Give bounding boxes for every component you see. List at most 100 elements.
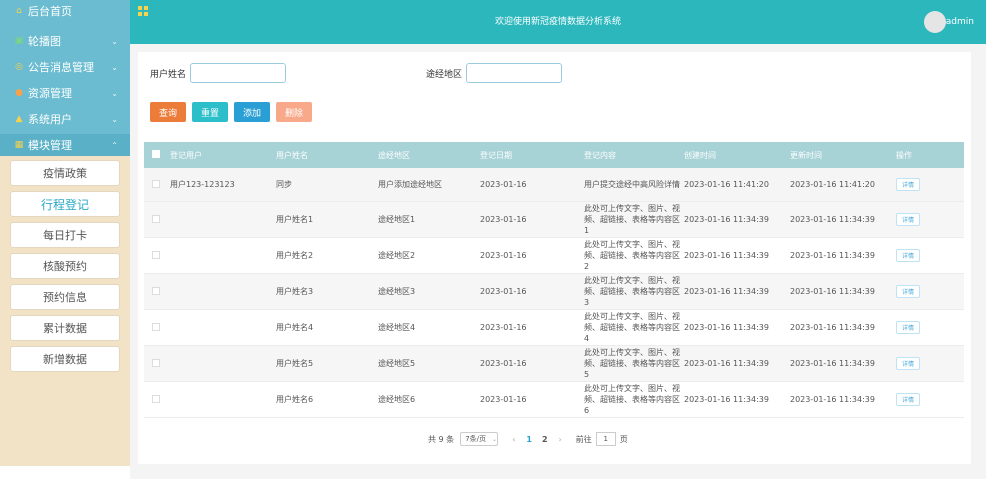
cell-date: 2023-01-16 [480, 359, 527, 368]
sidebar-item-carousel[interactable]: ▣ 轮播图 ⌄ [0, 30, 130, 52]
cell-updated: 2023-01-16 11:34:39 [790, 359, 875, 368]
sidebar-subitem-epidemic-policy[interactable]: 疫情政策 [10, 160, 120, 186]
page-number[interactable]: 2 [542, 435, 548, 444]
name-input[interactable] [190, 63, 287, 83]
goto-label: 前往 [575, 434, 592, 444]
cell-date: 2023-01-16 [480, 395, 527, 404]
select-all-checkbox[interactable] [152, 150, 160, 158]
row-checkbox[interactable] [152, 358, 160, 367]
cell-name: 用户姓名3 [276, 287, 314, 296]
row-checkbox[interactable] [152, 214, 160, 223]
main-content: 用户姓名 途经地区 查询 重置 添加 删除 登记用户 用户姓名 途经地区 登记日… [130, 44, 986, 479]
cell-date: 2023-01-16 [480, 287, 527, 296]
sidebar-item-resources[interactable]: ● 资源管理 ⌄ [0, 82, 130, 104]
sidebar-subitem-new-data[interactable]: 新增数据 [10, 346, 120, 372]
sidebar-item-label: 系统用户 [28, 113, 72, 126]
row-checkbox[interactable] [152, 250, 160, 259]
pagination: 共 9 条 7条/页 ⌄ ‹ 1 2 › 前往 1 页 [428, 432, 628, 446]
chevron-down-icon: ⌄ [111, 62, 118, 72]
sidebar-subitem-trip-registration[interactable]: 行程登记 [10, 191, 120, 217]
table-row: 用户姓名6 途经地区6 2023-01-16 此处可上传文字、图片、视频、超链接、表格… [144, 382, 964, 418]
cell-date: 2023-01-16 [480, 323, 527, 332]
sidebar-item-modules[interactable]: ▦ 模块管理 ⌃ [0, 134, 130, 156]
table-row: 用户姓名5 途经地区5 2023-01-16 此处可上传文字、图片、视频、超链接、表格… [144, 346, 964, 382]
cell-updated: 2023-01-16 11:34:39 [790, 251, 875, 260]
row-checkbox[interactable] [152, 322, 160, 331]
action-buttons: 查询 重置 添加 删除 [150, 102, 318, 122]
cell-name: 用户姓名1 [276, 215, 314, 224]
cell-created: 2023-01-16 11:34:39 [684, 251, 769, 260]
cell-content: 此处可上传文字、图片、视频、超链接、表格等内容区2 [584, 240, 680, 271]
avatar[interactable] [924, 11, 946, 33]
cell-updated: 2023-01-16 11:34:39 [790, 287, 875, 296]
sidebar-item-label: 后台首页 [28, 5, 72, 18]
header-cell: 更新时间 [790, 150, 822, 160]
sidebar-subitem-booking-info[interactable]: 预约信息 [10, 284, 120, 310]
cell-name: 用户姓名4 [276, 323, 314, 332]
cell-updated: 2023-01-16 11:34:39 [790, 395, 875, 404]
sidebar-item-home[interactable]: ⌂ 后台首页 [0, 0, 130, 22]
cell-content: 此处可上传文字、图片、视频、超链接、表格等内容区6 [584, 384, 680, 415]
sidebar-subitem-cumulative-data[interactable]: 累计数据 [10, 315, 120, 341]
sidebar-submenu: 疫情政策 行程登记 每日打卡 核酸预约 预约信息 累计数据 新增数据 [0, 156, 130, 383]
reset-button[interactable]: 重置 [192, 102, 229, 122]
page-size-select[interactable]: 7条/页 ⌄ [460, 432, 499, 446]
table-row: 用户姓名1 途经地区1 2023-01-16 此处可上传文字、图片、视频、超链接、表格… [144, 202, 964, 238]
region-input[interactable] [466, 63, 563, 83]
cell-created: 2023-01-16 11:41:20 [684, 180, 769, 189]
header-cell: 途经地区 [378, 150, 410, 160]
sidebar-subitem-nucleic-booking[interactable]: 核酸预约 [10, 253, 120, 279]
next-page-icon[interactable]: › [559, 435, 562, 444]
cell-region: 用户添加途经地区 [378, 180, 442, 189]
detail-button[interactable]: 详情 [896, 285, 920, 298]
detail-button[interactable]: 详情 [896, 213, 920, 226]
add-button[interactable]: 添加 [234, 102, 271, 122]
sidebar-item-announcements[interactable]: ◎ 公告消息管理 ⌄ [0, 56, 130, 78]
cell-user: 用户123-123123 [170, 180, 235, 189]
row-checkbox[interactable] [152, 394, 160, 403]
header-cell: 登记用户 [170, 150, 202, 160]
content-panel: 用户姓名 途经地区 查询 重置 添加 删除 登记用户 用户姓名 途经地区 登记日… [138, 52, 971, 464]
chevron-up-icon: ⌃ [111, 140, 118, 150]
top-bar: 欢迎使用新冠疫情数据分析系统 admin [130, 0, 986, 44]
cell-region: 途经地区4 [378, 323, 416, 332]
cell-updated: 2023-01-16 11:41:20 [790, 180, 875, 189]
page-suffix: 页 [619, 434, 628, 444]
detail-button[interactable]: 详情 [896, 178, 920, 191]
chevron-down-icon: ⌄ [111, 36, 118, 46]
chevron-down-icon: ⌄ [492, 435, 498, 443]
name-label: 用户姓名 [150, 69, 187, 80]
detail-button[interactable]: 详情 [896, 321, 920, 334]
cell-updated: 2023-01-16 11:34:39 [790, 215, 875, 224]
sidebar-item-label: 公告消息管理 [28, 61, 94, 74]
chevron-down-icon: ⌄ [111, 114, 118, 124]
cell-content: 此处可上传文字、图片、视频、超链接、表格等内容区1 [584, 204, 680, 235]
row-checkbox[interactable] [152, 286, 160, 295]
cell-region: 途经地区1 [378, 215, 416, 224]
goto-page-input[interactable]: 1 [595, 432, 616, 446]
table-row: 用户123-123123 同步 用户添加途经地区 2023-01-16 用户提交途经中高… [144, 168, 964, 202]
sidebar-item-system-users[interactable]: ▲ 系统用户 ⌄ [0, 108, 130, 130]
row-checkbox[interactable] [152, 179, 160, 188]
image-icon: ▣ [14, 36, 24, 46]
delete-button[interactable]: 删除 [276, 102, 313, 122]
page-number[interactable]: 1 [526, 435, 532, 444]
sidebar-subitem-daily-checkin[interactable]: 每日打卡 [10, 222, 120, 248]
table-row: 用户姓名2 途经地区2 2023-01-16 此处可上传文字、图片、视频、超链接、表格… [144, 238, 964, 274]
cell-name: 同步 [276, 180, 292, 189]
table-row: 用户姓名4 途经地区4 2023-01-16 此处可上传文字、图片、视频、超链接、表格… [144, 310, 964, 346]
module-icon: ▦ [14, 140, 24, 150]
detail-button[interactable]: 详情 [896, 357, 920, 370]
header-cell: 创建时间 [684, 150, 716, 160]
cell-name: 用户姓名2 [276, 251, 314, 260]
detail-button[interactable]: 详情 [896, 249, 920, 262]
prev-page-icon[interactable]: ‹ [512, 435, 515, 444]
resource-icon: ● [15, 88, 23, 98]
query-button[interactable]: 查询 [150, 102, 187, 122]
header-cell: 用户姓名 [276, 150, 308, 160]
cell-name: 用户姓名6 [276, 395, 314, 404]
detail-button[interactable]: 详情 [896, 393, 920, 406]
username[interactable]: admin [946, 17, 974, 27]
sidebar: ⌂ 后台首页 ▣ 轮播图 ⌄ ◎ 公告消息管理 ⌄ ● 资源管理 ⌄ ▲ 系统用… [0, 0, 130, 466]
user-icon: ▲ [15, 114, 23, 124]
